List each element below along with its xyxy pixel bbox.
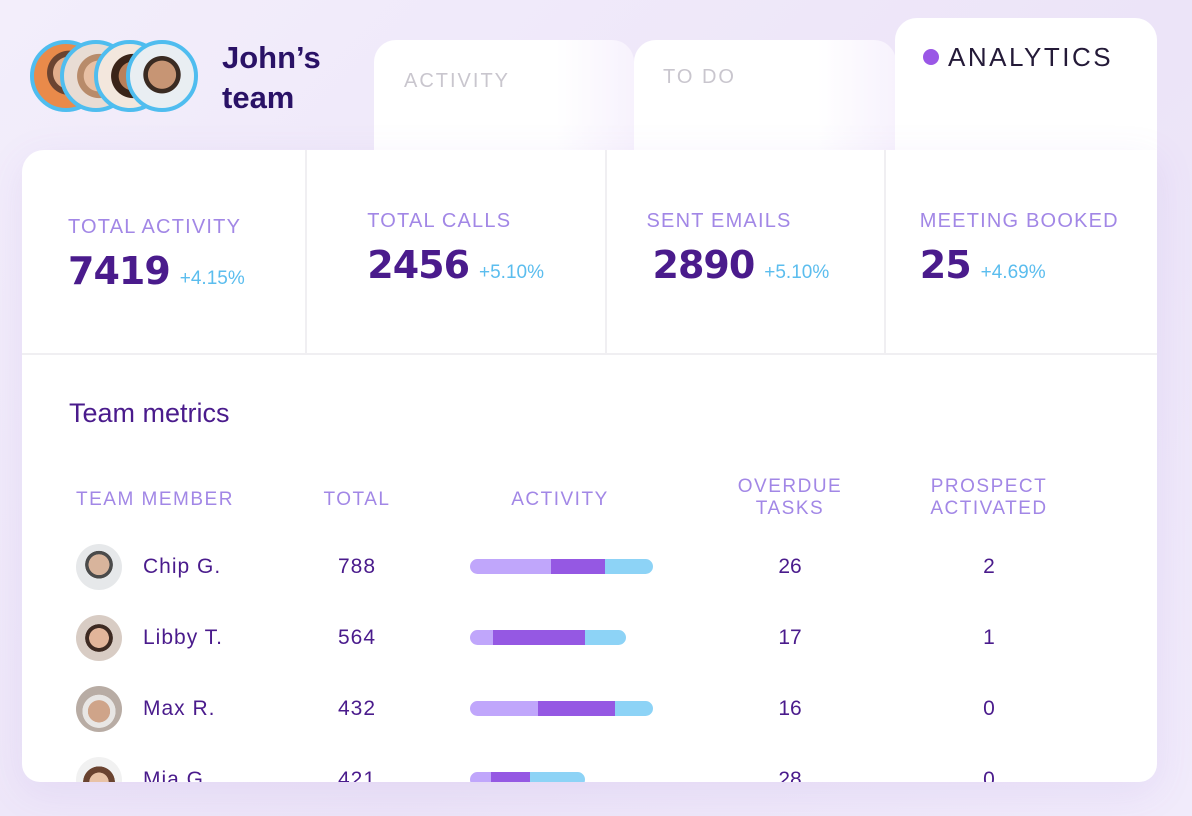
column-header-member[interactable]: TEAM MEMBER	[76, 489, 234, 511]
tab-label: ANALYTICS	[948, 42, 1114, 72]
team-name: John’s team	[222, 39, 321, 115]
stat-label: MEETING BOOKED	[919, 210, 1119, 232]
member-name[interactable]: Chip G.	[143, 555, 221, 579]
stat-label: SENT EMAILS	[646, 210, 792, 232]
stats-row: TOTAL ACTIVITY 7419 +4.15% TOTAL CALLS 24…	[22, 150, 1157, 355]
activity-bar-segment	[550, 559, 606, 574]
table-row[interactable]: Chip G. 788 26 2	[22, 542, 1157, 592]
stat-change: +4.69%	[980, 262, 1046, 283]
overdue-tasks: 17	[778, 626, 802, 649]
prospect-activated: 0	[983, 697, 995, 720]
activity-bar-segment	[490, 772, 530, 782]
activity-bar	[470, 630, 626, 645]
tab-label: ACTIVITY	[404, 70, 511, 92]
column-header-overdue[interactable]: OVERDUE TASKS	[722, 476, 858, 520]
activity-bar-segment	[614, 701, 653, 716]
member-name[interactable]: Libby T.	[143, 626, 223, 650]
activity-bar-segment	[529, 772, 586, 782]
tab-label: TO DO	[663, 66, 736, 88]
member-total: 432	[337, 697, 377, 720]
member-total: 788	[337, 555, 377, 578]
stat-total-activity: TOTAL ACTIVITY 7419 +4.15%	[22, 150, 308, 353]
activity-bar-segment	[470, 772, 491, 782]
analytics-panel: TOTAL ACTIVITY 7419 +4.15% TOTAL CALLS 24…	[22, 150, 1157, 782]
stat-label: TOTAL ACTIVITY	[68, 216, 242, 238]
stat-change: +5.10%	[764, 262, 830, 283]
stat-change: +5.10%	[479, 262, 544, 283]
stat-total-calls: TOTAL CALLS 2456 +5.10%	[307, 150, 607, 353]
overdue-tasks: 16	[778, 697, 802, 720]
avatar	[76, 615, 122, 661]
member-name[interactable]: Mia G.	[143, 768, 211, 782]
activity-bar-segment	[605, 559, 653, 574]
avatar	[76, 544, 122, 590]
section-title: Team metrics	[69, 398, 230, 428]
activity-bar	[470, 772, 586, 782]
stat-sent-emails: SENT EMAILS 2890 +5.10%	[607, 150, 886, 353]
table-row[interactable]: Max R. 432 16 0	[22, 684, 1157, 734]
activity-bar	[470, 701, 653, 716]
stat-meeting-booked: MEETING BOOKED 25 +4.69%	[886, 150, 1157, 353]
activity-bar-segment	[470, 701, 538, 716]
column-header-total[interactable]: TOTAL	[312, 489, 402, 511]
activity-bar-segment	[470, 559, 551, 574]
table-row[interactable]: Libby T. 564 17 1	[22, 613, 1157, 663]
overdue-tasks: 28	[778, 768, 802, 782]
tab-activity[interactable]: ACTIVITY	[374, 40, 634, 160]
column-header-prospect[interactable]: PROSPECT ACTIVATED	[912, 476, 1066, 520]
activity-bar-segment	[470, 630, 494, 645]
avatar	[76, 686, 122, 732]
tab-analytics[interactable]: ANALYTICS	[895, 18, 1157, 168]
team-avatars[interactable]	[30, 40, 210, 124]
active-dot-icon	[923, 49, 939, 65]
member-total: 421	[337, 768, 377, 782]
member-name[interactable]: Max R.	[143, 697, 216, 721]
avatar	[126, 40, 198, 112]
stat-value: 2890	[652, 243, 756, 287]
tab-todo[interactable]: TO DO	[634, 40, 896, 160]
avatar	[76, 757, 122, 782]
prospect-activated: 2	[983, 555, 995, 578]
activity-bar-segment	[537, 701, 615, 716]
member-total: 564	[337, 626, 377, 649]
stat-value: 2456	[367, 243, 470, 287]
stat-label: TOTAL CALLS	[367, 210, 512, 232]
overdue-tasks: 26	[778, 555, 802, 578]
table-row[interactable]: Mia G. 421 28 0	[22, 755, 1157, 782]
stat-value: 7419	[68, 249, 171, 293]
prospect-activated: 0	[983, 768, 995, 782]
activity-bar-segment	[493, 630, 586, 645]
column-header-activity[interactable]: ACTIVITY	[470, 489, 650, 511]
team-header: John’s team	[30, 40, 362, 124]
stat-value: 25	[919, 243, 972, 287]
activity-bar-segment	[585, 630, 626, 645]
prospect-activated: 1	[983, 626, 995, 649]
activity-bar	[470, 559, 653, 574]
stat-change: +4.15%	[179, 268, 245, 289]
